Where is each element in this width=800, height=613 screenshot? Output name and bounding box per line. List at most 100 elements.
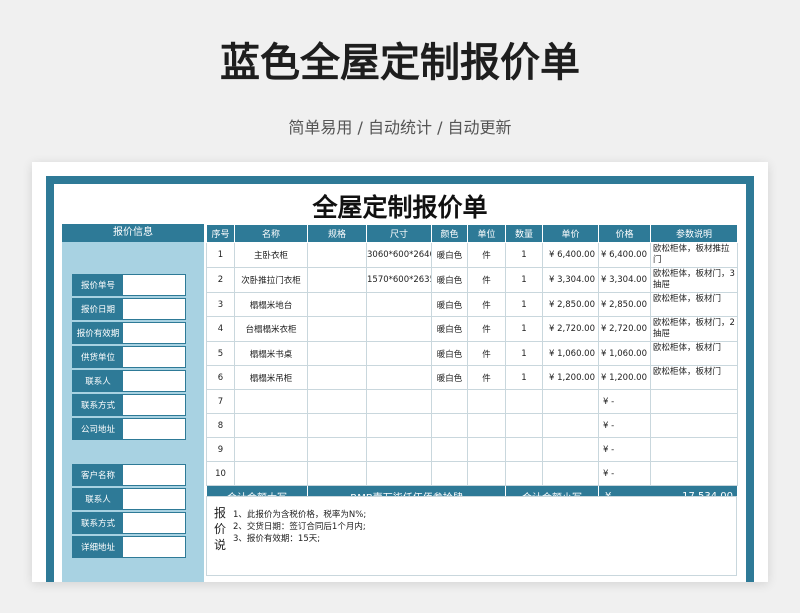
info-field-value[interactable] — [123, 395, 185, 415]
cell-no[interactable]: 5 — [206, 341, 235, 366]
cell-color[interactable]: 暖白色 — [431, 341, 468, 366]
cell-color[interactable] — [431, 461, 468, 486]
cell-size[interactable] — [366, 461, 432, 486]
cell-name[interactable]: 榻榻米书桌 — [234, 341, 308, 366]
cell-total[interactable]: ¥ 2,850.00 — [598, 292, 651, 317]
cell-name[interactable] — [234, 413, 308, 438]
cell-memo[interactable]: 欧松柜体，板材门 — [650, 341, 738, 366]
cell-name[interactable] — [234, 389, 308, 414]
cell-price[interactable]: ¥ 2,850.00 — [542, 292, 599, 317]
cell-qty[interactable]: 1 — [505, 292, 543, 317]
cell-qty[interactable] — [505, 461, 543, 486]
cell-spec[interactable] — [307, 413, 367, 438]
cell-spec[interactable] — [307, 389, 367, 414]
cell-price[interactable] — [542, 413, 599, 438]
cell-spec[interactable] — [307, 267, 367, 293]
cell-size[interactable]: 3060*600*2640 — [366, 242, 432, 268]
cell-memo[interactable]: 欧松柜体，板材推拉门 — [650, 242, 738, 268]
info-field-value[interactable] — [123, 275, 185, 295]
cell-size[interactable] — [366, 365, 432, 390]
info-field-value[interactable] — [123, 489, 185, 509]
cell-spec[interactable] — [307, 341, 367, 366]
cell-unit[interactable] — [467, 413, 506, 438]
cell-no[interactable]: 2 — [206, 267, 235, 293]
cell-memo[interactable] — [650, 413, 738, 438]
info-field-value[interactable] — [123, 465, 185, 485]
cell-price[interactable]: ¥ 1,060.00 — [542, 341, 599, 366]
cell-no[interactable]: 3 — [206, 292, 235, 317]
cell-total[interactable]: ¥ 6,400.00 — [598, 242, 651, 268]
cell-unit[interactable] — [467, 389, 506, 414]
cell-spec[interactable] — [307, 437, 367, 462]
cell-no[interactable]: 9 — [206, 437, 235, 462]
cell-name[interactable] — [234, 461, 308, 486]
cell-unit[interactable]: 件 — [467, 365, 506, 390]
cell-spec[interactable] — [307, 316, 367, 342]
cell-no[interactable]: 7 — [206, 389, 235, 414]
cell-size[interactable] — [366, 437, 432, 462]
cell-memo[interactable]: 欧松柜体，板材门 — [650, 365, 738, 390]
cell-name[interactable]: 榻榻米吊柜 — [234, 365, 308, 390]
cell-qty[interactable]: 1 — [505, 267, 543, 293]
cell-qty[interactable] — [505, 437, 543, 462]
info-field-value[interactable] — [123, 347, 185, 367]
cell-spec[interactable] — [307, 365, 367, 390]
cell-price[interactable] — [542, 461, 599, 486]
cell-size[interactable] — [366, 389, 432, 414]
cell-qty[interactable]: 1 — [505, 316, 543, 342]
cell-unit[interactable] — [467, 461, 506, 486]
cell-memo[interactable]: 欧松柜体，板材门 — [650, 292, 738, 317]
info-field-value[interactable] — [123, 323, 185, 343]
cell-size[interactable]: 1570*600*2635 — [366, 267, 432, 293]
cell-color[interactable]: 暖白色 — [431, 365, 468, 390]
cell-price[interactable] — [542, 389, 599, 414]
cell-spec[interactable] — [307, 292, 367, 317]
cell-total[interactable]: ¥ - — [598, 413, 651, 438]
cell-memo[interactable]: 欧松柜体，板材门，3抽屉 — [650, 267, 738, 293]
cell-total[interactable]: ¥ 1,200.00 — [598, 365, 651, 390]
cell-memo[interactable]: 欧松柜体，板材门，2抽屉 — [650, 316, 738, 342]
cell-unit[interactable] — [467, 437, 506, 462]
cell-no[interactable]: 6 — [206, 365, 235, 390]
cell-name[interactable] — [234, 437, 308, 462]
cell-total[interactable]: ¥ 3,304.00 — [598, 267, 651, 293]
cell-name[interactable]: 主卧衣柜 — [234, 242, 308, 268]
cell-name[interactable]: 次卧推拉门衣柜 — [234, 267, 308, 293]
cell-memo[interactable] — [650, 461, 738, 486]
cell-unit[interactable]: 件 — [467, 292, 506, 317]
cell-unit[interactable]: 件 — [467, 341, 506, 366]
cell-color[interactable] — [431, 389, 468, 414]
cell-price[interactable]: ¥ 1,200.00 — [542, 365, 599, 390]
cell-color[interactable] — [431, 413, 468, 438]
cell-size[interactable] — [366, 316, 432, 342]
cell-unit[interactable]: 件 — [467, 267, 506, 293]
cell-no[interactable]: 8 — [206, 413, 235, 438]
cell-total[interactable]: ¥ 2,720.00 — [598, 316, 651, 342]
cell-size[interactable] — [366, 292, 432, 317]
info-field-value[interactable] — [123, 513, 185, 533]
cell-qty[interactable] — [505, 389, 543, 414]
cell-unit[interactable]: 件 — [467, 316, 506, 342]
cell-size[interactable] — [366, 341, 432, 366]
cell-memo[interactable] — [650, 389, 738, 414]
cell-total[interactable]: ¥ - — [598, 389, 651, 414]
cell-price[interactable] — [542, 437, 599, 462]
cell-spec[interactable] — [307, 461, 367, 486]
cell-total[interactable]: ¥ 1,060.00 — [598, 341, 651, 366]
cell-color[interactable] — [431, 437, 468, 462]
cell-price[interactable]: ¥ 6,400.00 — [542, 242, 599, 268]
cell-no[interactable]: 4 — [206, 316, 235, 342]
cell-color[interactable]: 暖白色 — [431, 267, 468, 293]
cell-price[interactable]: ¥ 2,720.00 — [542, 316, 599, 342]
cell-name[interactable]: 台榻榻米衣柜 — [234, 316, 308, 342]
cell-qty[interactable]: 1 — [505, 365, 543, 390]
cell-color[interactable]: 暖白色 — [431, 292, 468, 317]
cell-total[interactable]: ¥ - — [598, 437, 651, 462]
info-field-value[interactable] — [123, 537, 185, 557]
info-field-value[interactable] — [123, 419, 185, 439]
cell-qty[interactable]: 1 — [505, 242, 543, 268]
cell-spec[interactable] — [307, 242, 367, 268]
info-field-value[interactable] — [123, 371, 185, 391]
cell-price[interactable]: ¥ 3,304.00 — [542, 267, 599, 293]
cell-color[interactable]: 暖白色 — [431, 242, 468, 268]
